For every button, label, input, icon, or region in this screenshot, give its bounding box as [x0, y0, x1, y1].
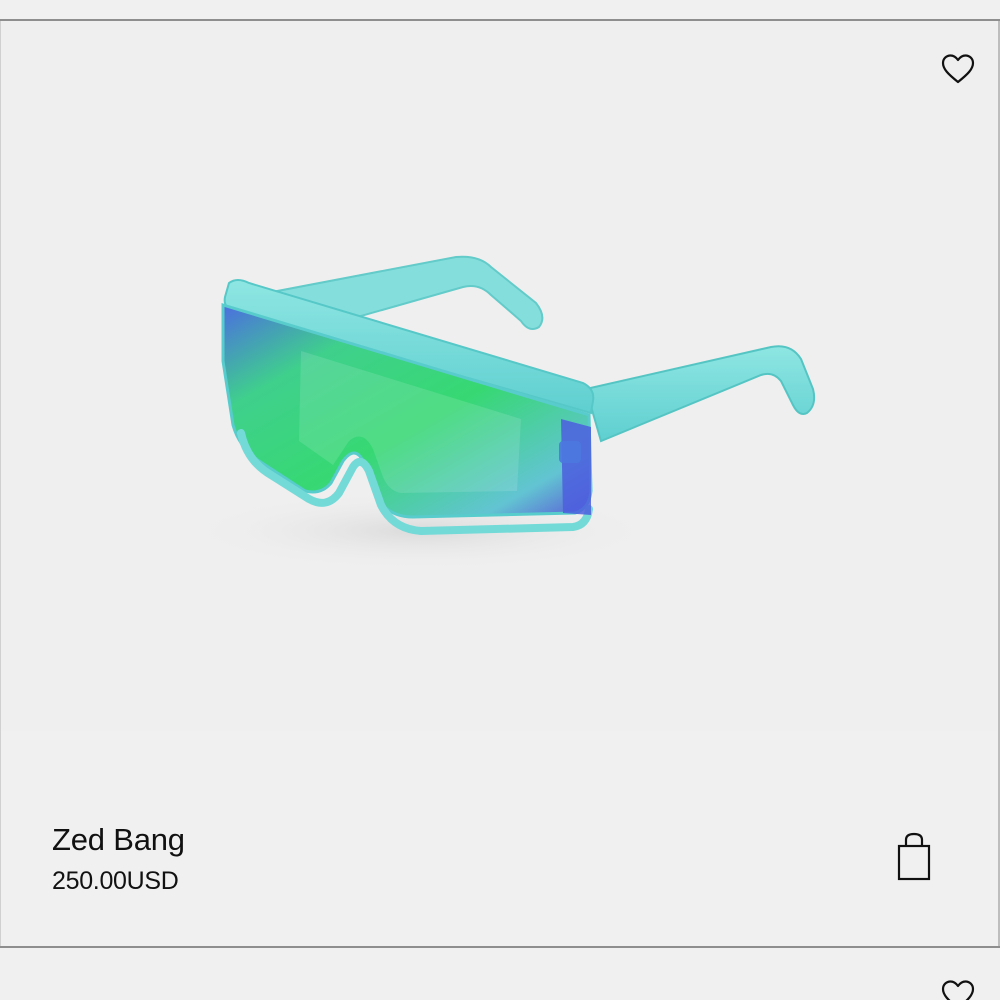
- sunglasses-illustration: [181, 255, 816, 571]
- add-to-bag-button[interactable]: [894, 830, 934, 884]
- wishlist-button[interactable]: [940, 52, 976, 86]
- shopping-bag-icon: [897, 832, 931, 881]
- product-price: 250.00USD: [52, 867, 179, 895]
- next-wishlist-button[interactable]: [940, 978, 976, 1000]
- product-grid-page: Zed Bang 250.00USD: [0, 0, 1000, 1000]
- product-name[interactable]: Zed Bang: [52, 822, 185, 858]
- product-image[interactable]: [1, 21, 997, 731]
- heart-outline-icon: [941, 980, 975, 1000]
- next-product-card[interactable]: [0, 948, 1000, 1000]
- heart-outline-icon: [941, 54, 975, 84]
